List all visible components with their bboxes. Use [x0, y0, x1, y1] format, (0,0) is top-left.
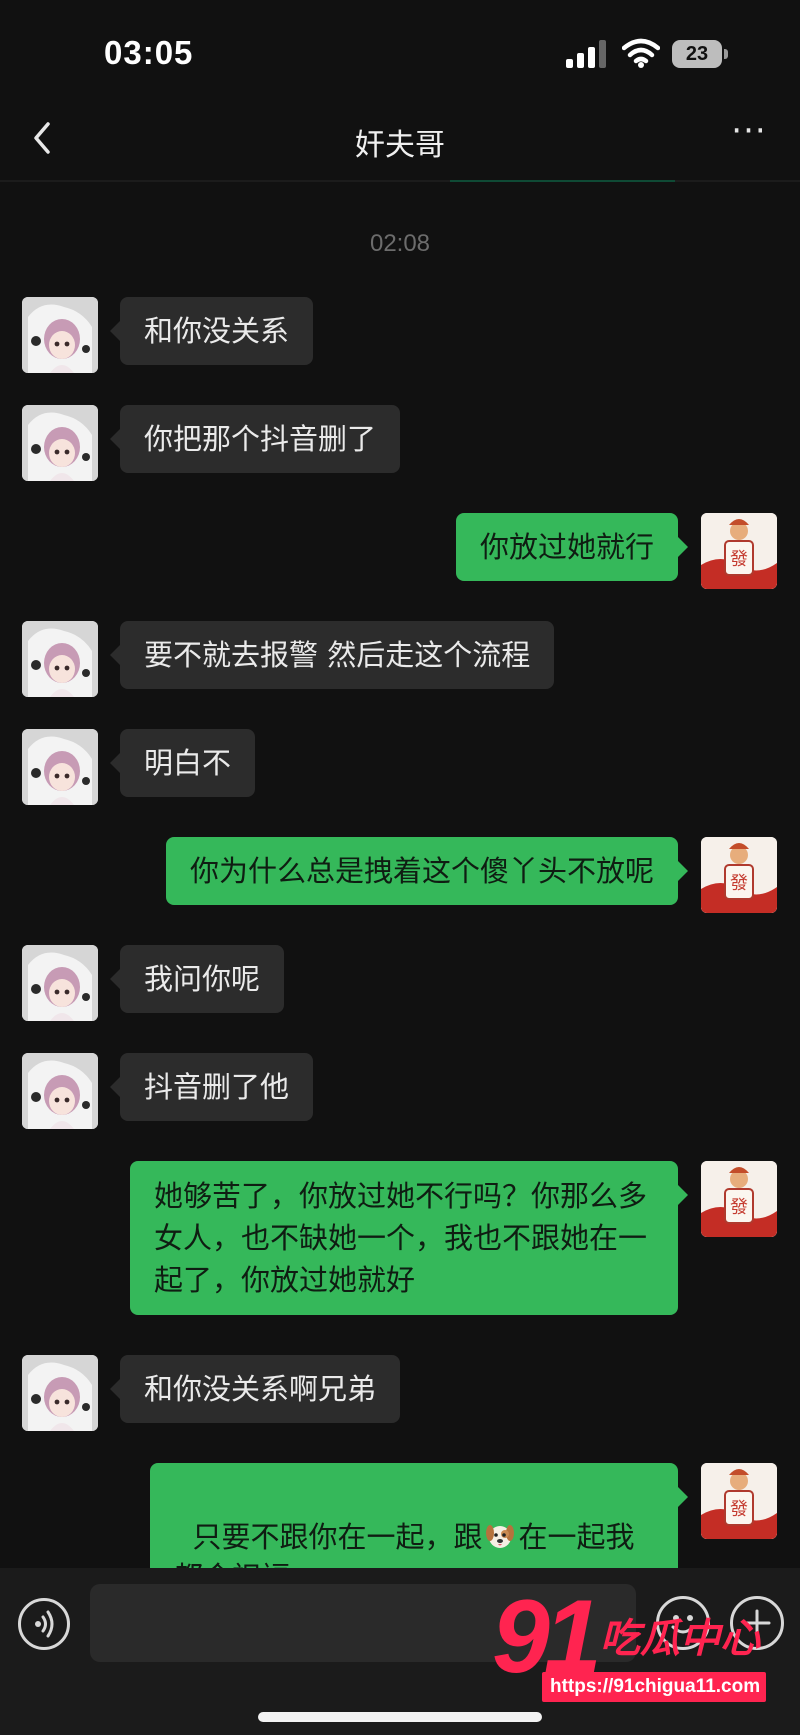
header-accent-line	[450, 180, 675, 182]
watermark-url: https://91chigua11.com	[542, 1672, 766, 1702]
message-bubble-incoming[interactable]: 和你没关系啊兄弟	[109, 1355, 401, 1423]
status-time: 03:05	[104, 34, 194, 71]
voice-input-button[interactable]	[18, 1598, 70, 1650]
voice-wave-icon	[35, 1610, 54, 1638]
contact-avatar[interactable]	[22, 621, 98, 697]
contact-avatar[interactable]	[22, 1355, 98, 1431]
message-bubble-incoming[interactable]: 和你没关系	[109, 297, 314, 365]
chat-header: 奸夫哥 ···	[0, 100, 800, 182]
self-avatar[interactable]: 發	[701, 1161, 777, 1237]
self-avatar[interactable]: 發	[701, 513, 777, 589]
contact-avatar[interactable]	[22, 945, 98, 1021]
message-bubble-incoming[interactable]: 你把那个抖音删了	[109, 405, 401, 473]
watermark: 91 吃瓜中心 https://91chigua11.com	[492, 1579, 792, 1710]
watermark-name: 吃瓜中心	[600, 1616, 760, 1662]
message-bubble-outgoing[interactable]: 只要不跟你在一起，跟在一起我都会祝福。	[150, 1463, 688, 1594]
message-bubble-outgoing[interactable]: 你放过她就行	[455, 513, 689, 581]
battery-level: 23	[685, 43, 709, 65]
battery-cap	[724, 49, 728, 59]
contact-avatar[interactable]	[22, 297, 98, 373]
svg-text:發: 發	[730, 1197, 748, 1218]
message-bubble-outgoing[interactable]: 你为什么总是拽着这个傻丫头不放呢	[165, 837, 689, 905]
self-avatar[interactable]: 發	[701, 1463, 777, 1539]
back-arrow-icon[interactable]	[24, 116, 64, 160]
contact-avatar[interactable]	[22, 405, 98, 481]
chat-title: 奸夫哥	[355, 128, 445, 163]
chat-timestamp: 02:08	[369, 230, 431, 257]
svg-text:發: 發	[730, 873, 748, 894]
message-bubble-incoming[interactable]: 要不就去报警 然后走这个流程	[109, 621, 555, 689]
message-bubble-incoming[interactable]: 我问你呢	[109, 945, 285, 1013]
battery-indicator: 23	[672, 40, 728, 68]
dog-face-emoji-icon	[486, 1525, 515, 1548]
more-options-icon[interactable]: ···	[722, 114, 776, 154]
cellular-signal-icon	[566, 40, 606, 68]
message-bubble-incoming[interactable]: 明白不	[109, 729, 256, 797]
message-bubble-incoming[interactable]: 抖音删了他	[109, 1053, 314, 1121]
svg-text:發: 發	[730, 549, 748, 570]
header-divider	[0, 180, 800, 182]
svg-text:發: 發	[730, 1499, 748, 1520]
home-indicator[interactable]	[258, 1712, 542, 1722]
message-text-part: 只要不跟你在一起，跟	[192, 1520, 483, 1554]
self-avatar[interactable]: 發	[701, 837, 777, 913]
status-bar: 03:05 23	[0, 0, 800, 100]
contact-avatar[interactable]	[22, 729, 98, 805]
wifi-icon	[622, 38, 660, 68]
contact-avatar[interactable]	[22, 1053, 98, 1129]
message-bubble-outgoing[interactable]: 她够苦了，你放过她不行吗？你那么多女人，也不缺她一个，我也不跟她在一起了，你放过…	[130, 1161, 688, 1315]
